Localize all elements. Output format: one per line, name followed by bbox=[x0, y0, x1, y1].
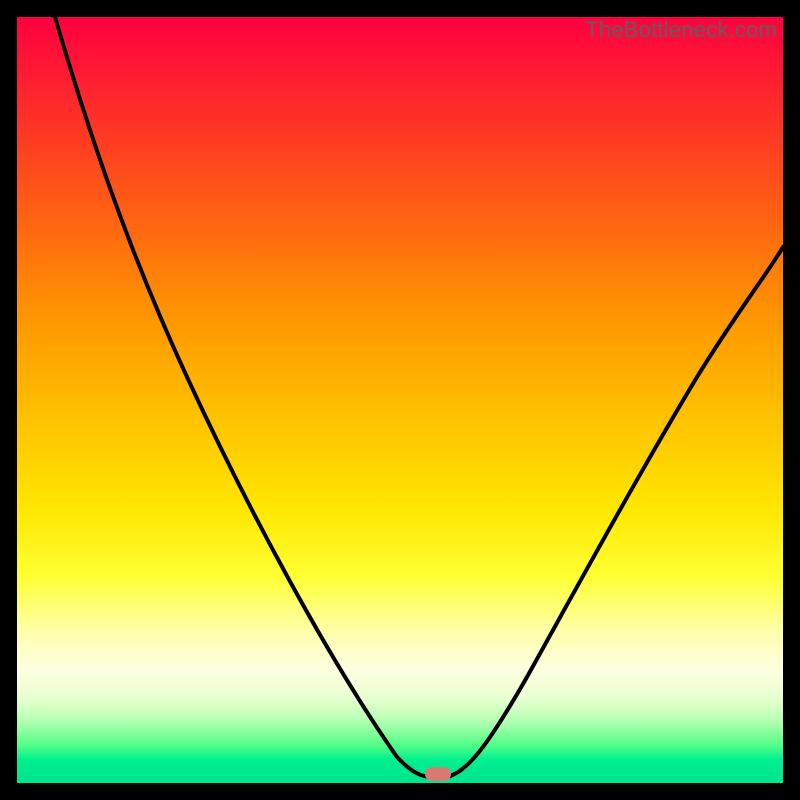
watermark-text: TheBottleneck.com bbox=[585, 17, 777, 43]
chart-frame: TheBottleneck.com bbox=[0, 0, 800, 800]
plot-area: TheBottleneck.com bbox=[17, 17, 783, 783]
bottleneck-curve bbox=[17, 17, 783, 783]
curve-left-branch bbox=[55, 17, 432, 777]
optimal-marker bbox=[425, 767, 451, 781]
curve-right-branch bbox=[447, 247, 783, 777]
